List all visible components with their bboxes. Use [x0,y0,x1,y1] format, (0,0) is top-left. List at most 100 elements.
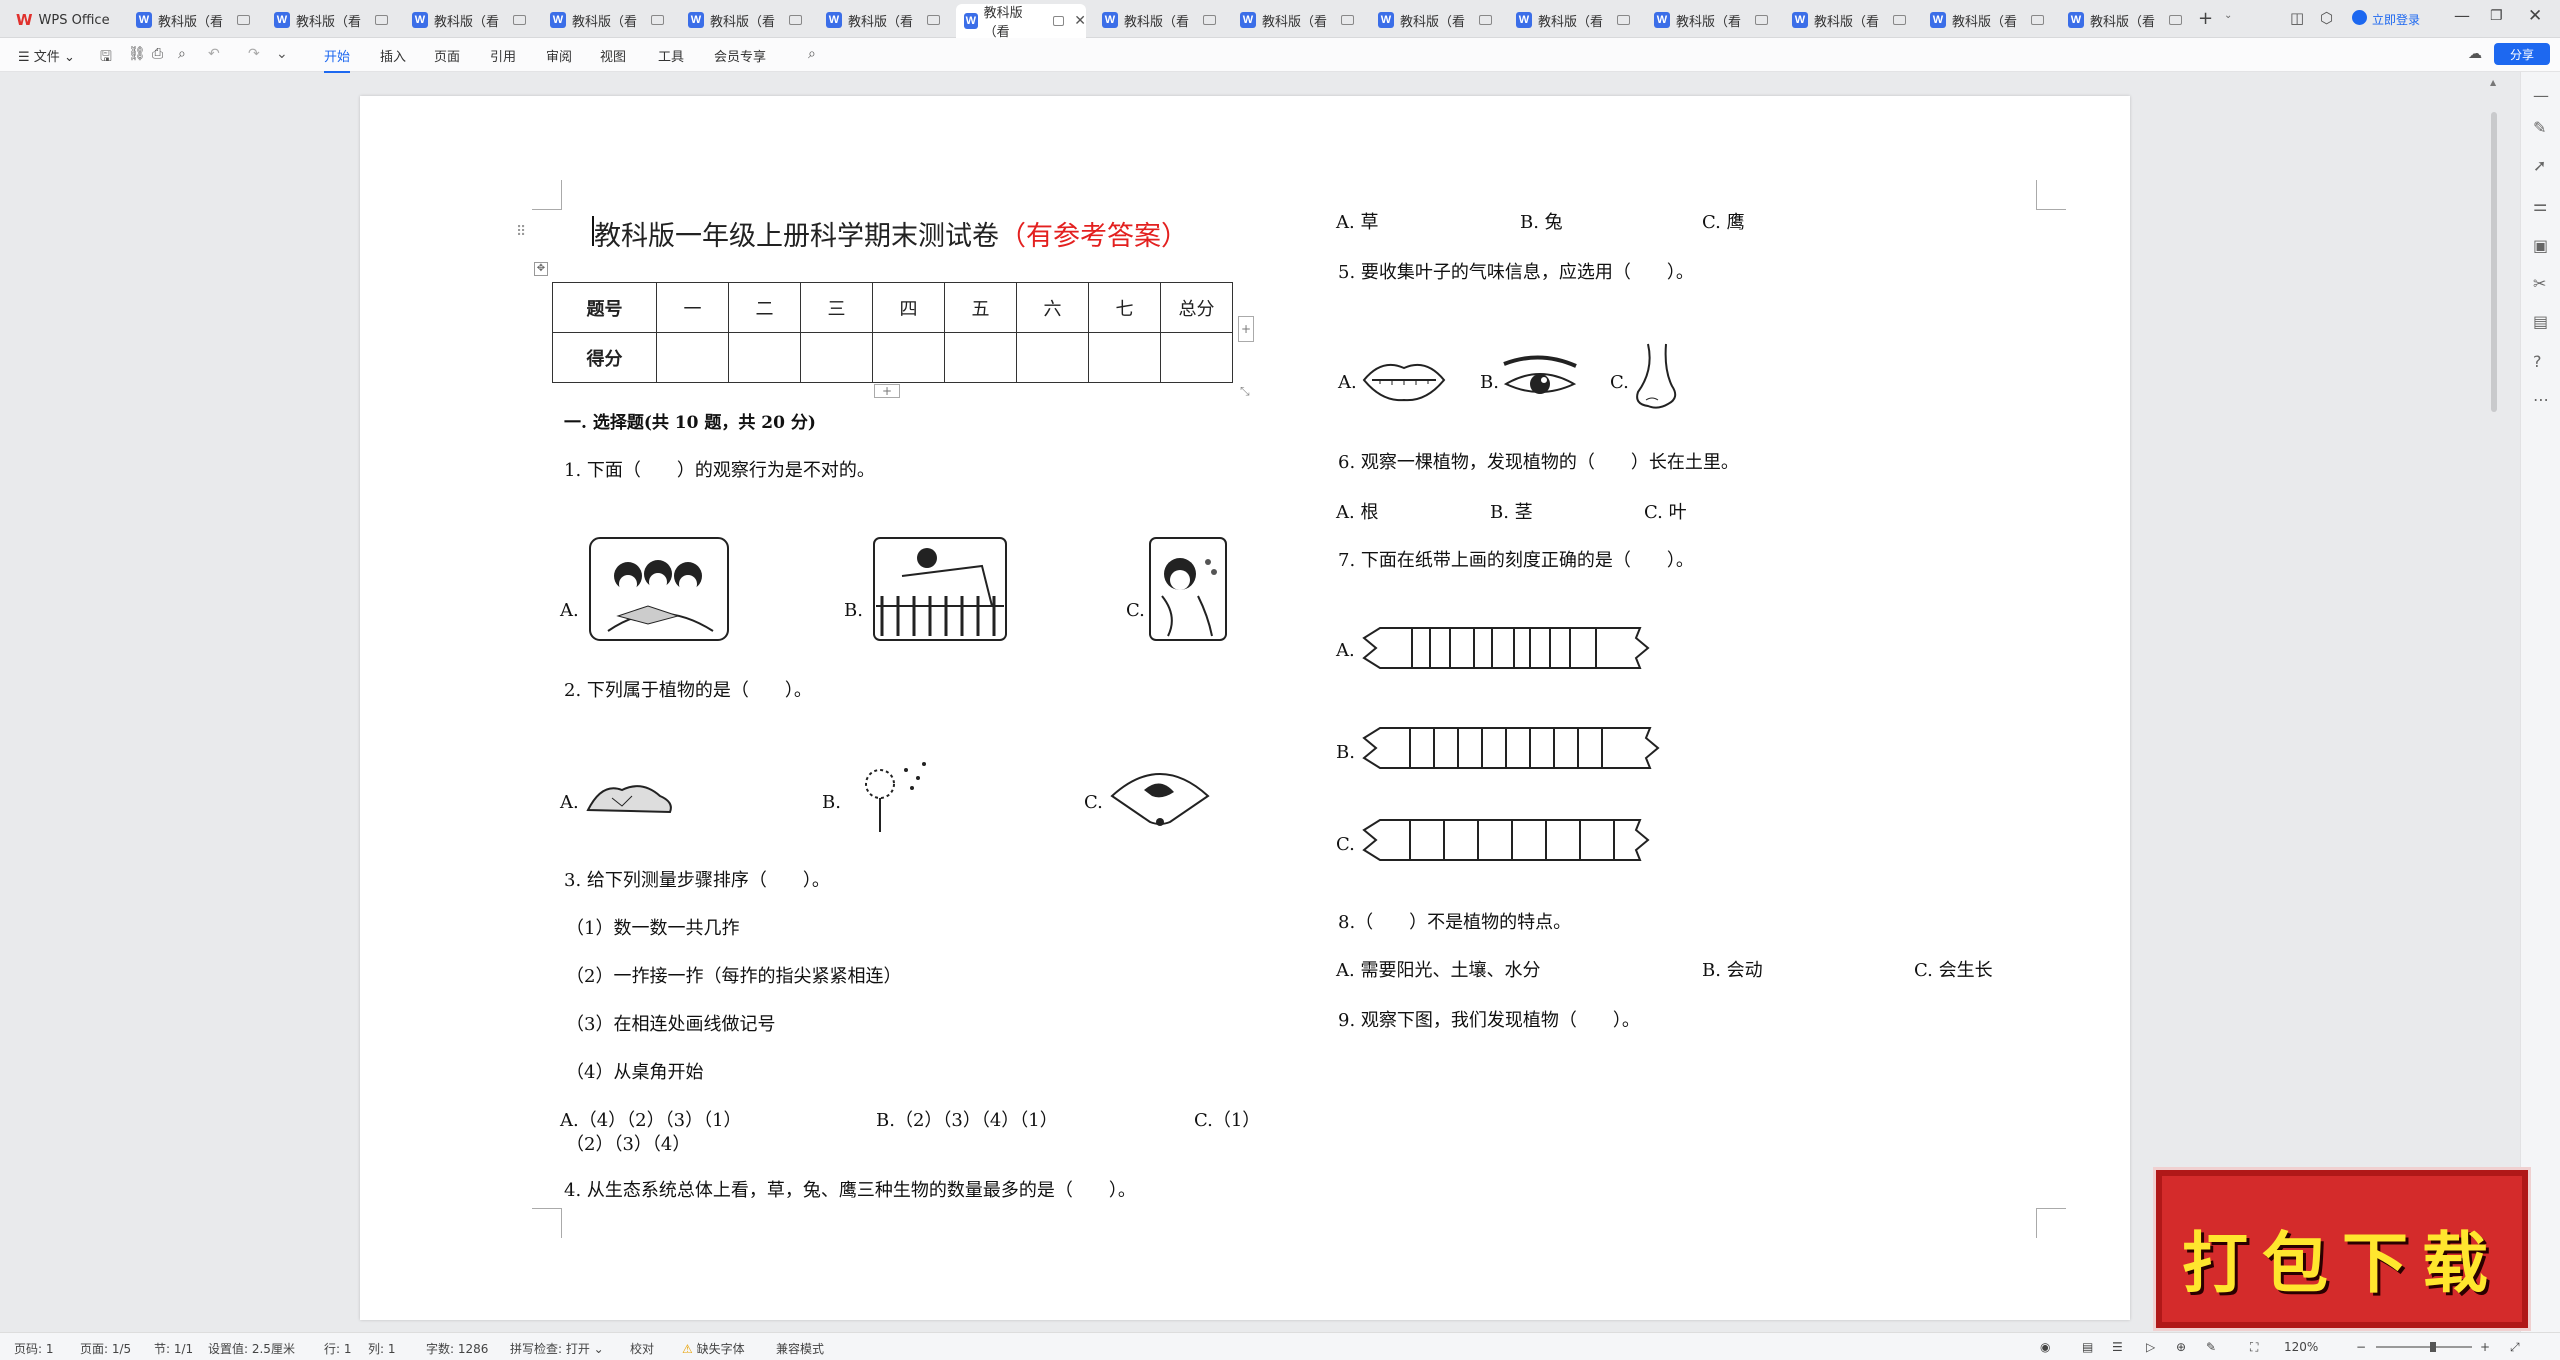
table-resize-icon[interactable]: ⤡ [1240,384,1250,399]
score-header-cell[interactable]: 六 [1016,282,1089,333]
score-header-cell[interactable]: 总分 [1160,282,1233,333]
tab-document[interactable]: W 教科版（看 [1508,4,1638,36]
score-header-cell[interactable]: 三 [800,282,873,333]
close-icon[interactable]: ✕ [2528,6,2542,26]
menu-item[interactable]: 审阅 [546,46,572,65]
document-page[interactable]: ⠿ 教科版一年级上册科学期末测试卷（有参考答案） ✥ 题号一二三四五六七总分 得… [360,96,2130,1320]
status-col[interactable]: 列: 1 [368,1340,396,1357]
restore-icon[interactable]: ❐ [2490,8,2503,24]
fullscreen-icon[interactable]: ⤢ [2510,1340,2520,1355]
tab-document[interactable]: W 教科版（看 [1646,4,1776,36]
score-cell[interactable] [656,332,729,383]
download-banner[interactable]: 打包下载 [2156,1170,2528,1328]
menu-item[interactable]: 开始 [324,46,351,73]
menu-item[interactable]: 视图 [600,46,626,65]
tab-home[interactable]: W WPS Office [8,4,116,36]
score-header-cell[interactable]: 题号 [552,282,657,333]
status-compat[interactable]: 兼容模式 [776,1340,824,1357]
more-chevron-icon[interactable]: ⌄ [276,46,288,62]
status-setting[interactable]: 设置值: 2.5厘米 [208,1340,295,1357]
outline-view-icon[interactable]: ☰ [2112,1340,2123,1354]
link-icon[interactable]: ⛓ [128,46,146,62]
score-cell[interactable] [728,332,801,383]
add-column-button[interactable]: + [1238,316,1254,342]
score-cell[interactable]: 得分 [552,332,657,383]
tab-active-document[interactable]: W 教科版（看 ✕ [956,4,1086,40]
tab-document[interactable]: W 教科版（看 [542,4,672,36]
close-tab-icon[interactable]: ✕ [1074,13,1086,29]
more-icon[interactable]: ⋯ [2533,390,2549,409]
redo-icon[interactable]: ↷ [248,46,260,62]
zoom-slider-handle[interactable] [2430,1342,2436,1352]
minimize-icon[interactable]: — [2454,6,2470,25]
select-icon[interactable]: ➚ [2533,156,2546,175]
login-link[interactable]: 立即登录 [2372,11,2420,28]
menu-item[interactable]: 工具 [658,46,684,65]
tab-document[interactable]: W 教科版（看 [266,4,396,36]
undo-icon[interactable]: ↶ [208,46,220,62]
score-header-cell[interactable]: 五 [944,282,1017,333]
play-icon[interactable]: ▷ [2146,1340,2155,1354]
score-header-cell[interactable]: 二 [728,282,801,333]
collapse-icon[interactable]: — [2533,86,2549,105]
preview-icon[interactable]: ⌕ [178,46,186,62]
zoom-slider[interactable] [2376,1346,2472,1348]
menu-item[interactable]: 引用 [490,46,516,65]
help-icon[interactable]: ? [2533,352,2542,371]
user-avatar-icon[interactable] [2352,10,2367,25]
menu-file[interactable]: ☰ 文件 ⌄ [18,46,75,65]
chevron-down-icon[interactable]: ⌄ [2224,10,2232,21]
page-view-icon[interactable]: ▤ [2082,1340,2093,1354]
share-button[interactable]: 分享 [2494,43,2550,65]
score-cell[interactable] [944,332,1017,383]
tools-icon[interactable]: ✂ [2533,274,2546,293]
tab-document[interactable]: W 教科版（看 [680,4,810,36]
table-move-icon[interactable]: ✥ [534,262,548,276]
new-tab-icon[interactable]: + [2198,8,2213,29]
tab-document[interactable]: W 教科版（看 [1370,4,1500,36]
score-header-cell[interactable]: 七 [1088,282,1161,333]
status-section[interactable]: 节: 1/1 [154,1340,193,1357]
save-icon[interactable]: 🖫 [100,46,112,70]
print-icon[interactable]: ⎙ [152,46,163,62]
status-words[interactable]: 字数: 1286 [426,1340,488,1357]
edit-view-icon[interactable]: ✎ [2206,1340,2216,1354]
status-page[interactable]: 页码: 1 [14,1340,54,1357]
pen-icon[interactable]: ✎ [2533,118,2546,137]
tab-document[interactable]: W 教科版（看 [128,4,258,36]
status-pages[interactable]: 页面: 1/5 [80,1340,131,1357]
tab-document[interactable]: W 教科版（看 [818,4,948,36]
zoom-level[interactable]: 120% [2284,1340,2318,1354]
tab-document[interactable]: W 教科版（看 [1922,4,2052,36]
tab-document[interactable]: W 教科版（看 [1094,4,1224,36]
menu-item[interactable]: 插入 [380,46,406,65]
vertical-scrollbar[interactable]: ▲ [2487,72,2501,1332]
menu-item[interactable]: 会员专享 [714,46,766,65]
status-proof[interactable]: 校对 [630,1340,654,1357]
menu-item[interactable]: 页面 [434,46,460,65]
layout-icon[interactable]: ◫ [2290,9,2304,27]
web-view-icon[interactable]: ⊕ [2176,1340,2186,1354]
score-cell[interactable] [1088,332,1161,383]
tab-document[interactable]: W 教科版（看 [1232,4,1362,36]
score-header-cell[interactable]: 四 [872,282,945,333]
status-row[interactable]: 行: 1 [324,1340,352,1357]
zoom-in-icon[interactable]: + [2480,1340,2490,1354]
fit-icon[interactable]: ⛶ [2250,1340,2258,1355]
scroll-up-icon[interactable]: ▲ [2490,78,2496,87]
status-font[interactable]: ⚠ 缺失字体 [682,1340,745,1357]
add-row-button[interactable]: + [874,384,900,398]
score-header-cell[interactable]: 一 [656,282,729,333]
score-cell[interactable] [1016,332,1089,383]
drag-handle-icon[interactable]: ⠿ [516,224,526,240]
status-spell[interactable]: 拼写检查: 打开 ⌄ [510,1340,604,1357]
tab-document[interactable]: W 教科版（看 [2060,4,2190,36]
cloud-icon[interactable]: ☁ [2468,46,2482,62]
book-icon[interactable]: ▤ [2533,312,2548,331]
score-cell[interactable] [872,332,945,383]
tab-document[interactable]: W 教科版（看 [1784,4,1914,36]
image-icon[interactable]: ▣ [2533,236,2548,255]
eye-icon[interactable]: ◉ [2040,1340,2050,1354]
search-icon[interactable]: ⌕ [808,46,816,62]
format-icon[interactable]: ⚌ [2533,196,2547,215]
